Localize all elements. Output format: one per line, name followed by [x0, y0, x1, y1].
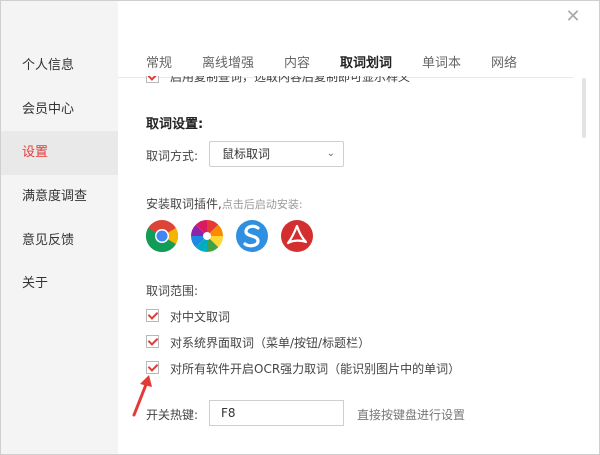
sidebar-item-about[interactable]: 关于 [1, 262, 118, 306]
sidebar-item-survey[interactable]: 满意度调查 [1, 175, 118, 219]
sidebar: 个人信息 会员中心 设置 满意度调查 意见反馈 关于 [1, 1, 118, 454]
close-icon[interactable]: ✕ [564, 8, 582, 26]
sidebar-item-feedback[interactable]: 意见反馈 [1, 219, 118, 263]
word-capture-title: 取词设置: [146, 117, 204, 132]
chinese-capture-checkbox[interactable] [146, 309, 159, 322]
acrobat-icon[interactable] [280, 219, 314, 253]
plugin-hint: 点击后启动安装: [221, 198, 303, 211]
chevron-down-icon: ⌄ [326, 148, 335, 159]
hotkey-input[interactable]: F8 [209, 400, 344, 426]
clipped-copy-option: 启用复制查词，选取内容后复制即可显示释义 [146, 76, 576, 84]
copy-lookup-label: 启用复制查词，选取内容后复制即可显示释义 [170, 76, 411, 84]
tab-word-capture[interactable]: 取词划词 [340, 52, 392, 71]
system-ui-capture-checkbox[interactable] [146, 335, 159, 348]
tab-general[interactable]: 常规 [146, 52, 172, 71]
tab-network[interactable]: 网络 [491, 52, 517, 71]
system-ui-capture-label: 对系统界面取词（菜单/按钮/标题栏） [170, 336, 371, 350]
ocr-capture-label: 对所有软件开启OCR强力取词（能识别图片中的单词） [170, 362, 461, 376]
plugin-label: 安装取词插件,点击后启动安装: [146, 197, 303, 211]
tab-offline[interactable]: 离线增强 [202, 52, 254, 71]
copy-lookup-checkbox[interactable] [146, 76, 159, 83]
scrollbar[interactable] [582, 78, 586, 138]
sogou-icon[interactable] [235, 219, 269, 253]
pinwheel-icon[interactable] [190, 219, 224, 253]
chinese-capture-label: 对中文取词 [170, 310, 231, 324]
sidebar-item-membership[interactable]: 会员中心 [1, 88, 118, 132]
sidebar-item-profile[interactable]: 个人信息 [1, 44, 118, 88]
tab-content[interactable]: 内容 [284, 52, 310, 71]
hotkey-label: 开关热键: [146, 408, 199, 422]
capture-method-label: 取词方式: [146, 149, 199, 163]
hotkey-hint: 直接按键盘进行设置 [357, 408, 466, 422]
capture-method-value: 鼠标取词 [222, 147, 271, 161]
tab-wordbook[interactable]: 单词本 [422, 52, 461, 71]
capture-method-select[interactable]: 鼠标取词 ⌄ [209, 141, 344, 167]
chrome-icon[interactable] [145, 219, 179, 253]
sidebar-item-settings[interactable]: 设置 [1, 131, 118, 175]
scope-label: 取词范围: [146, 284, 199, 298]
